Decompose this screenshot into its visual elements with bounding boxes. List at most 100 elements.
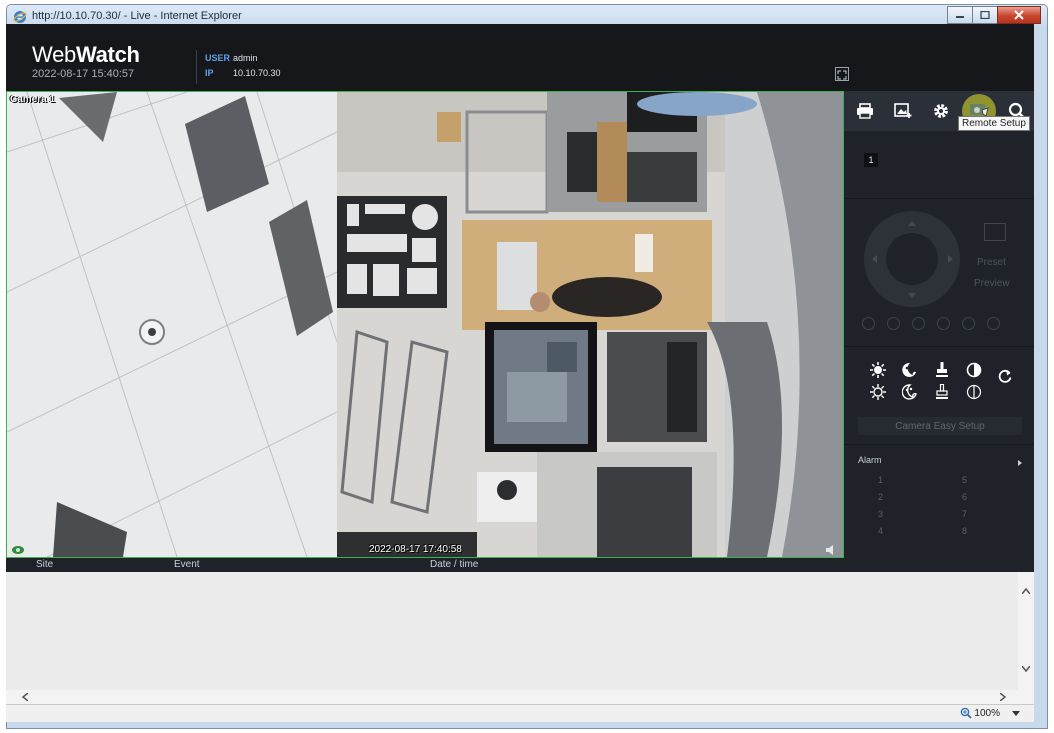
contrast-down-icon <box>966 384 982 400</box>
minimize-button[interactable] <box>947 6 973 24</box>
ptz-center <box>886 233 938 285</box>
alarm-item-4[interactable]: 4 <box>878 526 962 543</box>
close-button[interactable] <box>997 6 1041 24</box>
contrast-up-icon <box>966 362 982 378</box>
print-icon <box>857 103 873 119</box>
brightness-up-icon <box>870 362 886 378</box>
webwatch-app: WebWatch 2022-08-17 15:40:57 USER admin … <box>6 24 1034 714</box>
camera-easy-setup-button[interactable]: Camera Easy Setup <box>858 417 1022 435</box>
channel-selector: 1 <box>844 131 1034 199</box>
sharpness-down-button[interactable] <box>926 381 958 403</box>
alarm-item-1[interactable]: 1 <box>878 475 962 492</box>
minimize-icon <box>956 16 964 18</box>
ptz-zoom-focus-row <box>862 317 1012 330</box>
header-datetime: 2022-08-17 15:40:57 <box>32 68 135 80</box>
chevron-down-icon[interactable] <box>1012 710 1020 716</box>
color-up-button[interactable] <box>894 359 926 381</box>
internet-explorer-icon <box>13 11 27 23</box>
iris-open-icon[interactable] <box>962 317 975 330</box>
camera-feed-image <box>7 92 843 557</box>
user-value: admin <box>233 52 258 63</box>
camera-live-view[interactable]: Camera 1 2022-08-17 17:40:58 <box>6 91 844 558</box>
column-event[interactable]: Event <box>174 558 430 572</box>
user-label: USER <box>205 52 231 63</box>
zoom-in-icon[interactable] <box>862 317 875 330</box>
event-list[interactable] <box>6 572 1034 690</box>
snapshot-icon <box>894 103 912 118</box>
remote-setup-tooltip: Remote Setup <box>958 116 1030 131</box>
preset-icon[interactable] <box>984 223 1006 241</box>
scroll-down-icon[interactable] <box>1022 666 1030 672</box>
ptz-up-icon[interactable] <box>908 217 916 226</box>
color-down-icon <box>902 384 917 400</box>
event-list-header: Site Event Date / time <box>6 558 1034 572</box>
alarm-list: 1 2 3 4 5 6 7 8 <box>878 475 982 543</box>
motion-indicator-icon <box>12 546 24 554</box>
window-title: http://10.10.70.30/ - Live - Internet Ex… <box>32 10 242 22</box>
alarm-item-8[interactable]: 8 <box>962 526 982 543</box>
ip-label: IP <box>205 67 214 78</box>
control-panel: 1 Preset Preview Camera Easy Setup Alarm… <box>844 91 1034 558</box>
zoom-control[interactable]: 100% <box>960 707 1020 719</box>
webwatch-logo: WebWatch <box>32 42 140 67</box>
ip-value: 10.10.70.30 <box>233 67 281 78</box>
audio-icon[interactable] <box>825 545 837 555</box>
refresh-icon[interactable] <box>998 369 1012 383</box>
scroll-right-icon[interactable] <box>1000 693 1006 701</box>
sharpness-up-button[interactable] <box>926 359 958 381</box>
iris-close-icon[interactable] <box>987 317 1000 330</box>
alarm-title: Alarm <box>858 455 882 465</box>
settings-button[interactable] <box>924 94 958 128</box>
ptz-down-icon[interactable] <box>908 293 916 302</box>
sharpness-up-icon <box>936 362 948 377</box>
horizontal-scrollbar[interactable] <box>6 690 1034 704</box>
sharpness-down-icon <box>936 384 948 399</box>
brightness-down-button[interactable] <box>862 381 894 403</box>
zoom-level: 100% <box>974 707 1000 719</box>
contrast-up-button[interactable] <box>958 359 990 381</box>
maximize-icon <box>980 11 990 19</box>
alarm-expand-icon[interactable] <box>1018 460 1022 466</box>
focus-far-icon[interactable] <box>937 317 950 330</box>
window-controls <box>947 6 1041 24</box>
ptz-controls: Preset Preview <box>844 199 1034 347</box>
alarm-item-6[interactable]: 6 <box>962 492 982 509</box>
fullscreen-icon <box>837 70 847 80</box>
column-datetime[interactable]: Date / time <box>430 558 478 572</box>
contrast-down-button[interactable] <box>958 381 990 403</box>
scroll-left-icon[interactable] <box>22 693 28 701</box>
color-down-button[interactable] <box>894 381 926 403</box>
camera-label: Camera 1 <box>10 94 56 105</box>
app-header: WebWatch 2022-08-17 15:40:57 USER admin … <box>6 24 1034 91</box>
focus-near-icon[interactable] <box>912 317 925 330</box>
ptz-right-icon[interactable] <box>948 255 957 263</box>
fullscreen-button[interactable] <box>835 67 849 81</box>
channel-number[interactable]: 1 <box>864 153 878 167</box>
ptz-left-icon[interactable] <box>868 255 877 263</box>
column-site[interactable]: Site <box>36 558 174 572</box>
brightness-up-button[interactable] <box>862 359 894 381</box>
print-button[interactable] <box>848 94 882 128</box>
zoom-out-icon[interactable] <box>887 317 900 330</box>
ptz-joystick[interactable] <box>864 211 960 307</box>
image-adjust-controls: Camera Easy Setup <box>844 347 1034 445</box>
zoom-icon <box>961 707 973 719</box>
alarm-item-3[interactable]: 3 <box>878 509 962 526</box>
alarm-item-2[interactable]: 2 <box>878 492 962 509</box>
camera-timestamp: 2022-08-17 17:40:58 <box>369 544 462 555</box>
alarm-item-7[interactable]: 7 <box>962 509 982 526</box>
scroll-up-icon[interactable] <box>1022 588 1030 594</box>
maximize-button[interactable] <box>972 6 998 24</box>
brightness-down-icon <box>870 384 886 400</box>
alarm-item-5[interactable]: 5 <box>962 475 982 492</box>
close-icon <box>1014 10 1024 20</box>
preview-label[interactable]: Preview <box>974 278 1010 289</box>
settings-icon <box>934 104 948 118</box>
snapshot-button[interactable] <box>886 94 920 128</box>
vertical-scrollbar[interactable] <box>1018 572 1034 690</box>
alarm-section: Alarm 1 2 3 4 5 6 7 8 <box>844 445 1034 558</box>
browser-status-bar: 100% <box>6 704 1034 722</box>
preset-label[interactable]: Preset <box>977 257 1006 268</box>
color-up-icon <box>902 362 916 377</box>
connection-info: USER admin IP 10.10.70.30 <box>196 50 281 84</box>
